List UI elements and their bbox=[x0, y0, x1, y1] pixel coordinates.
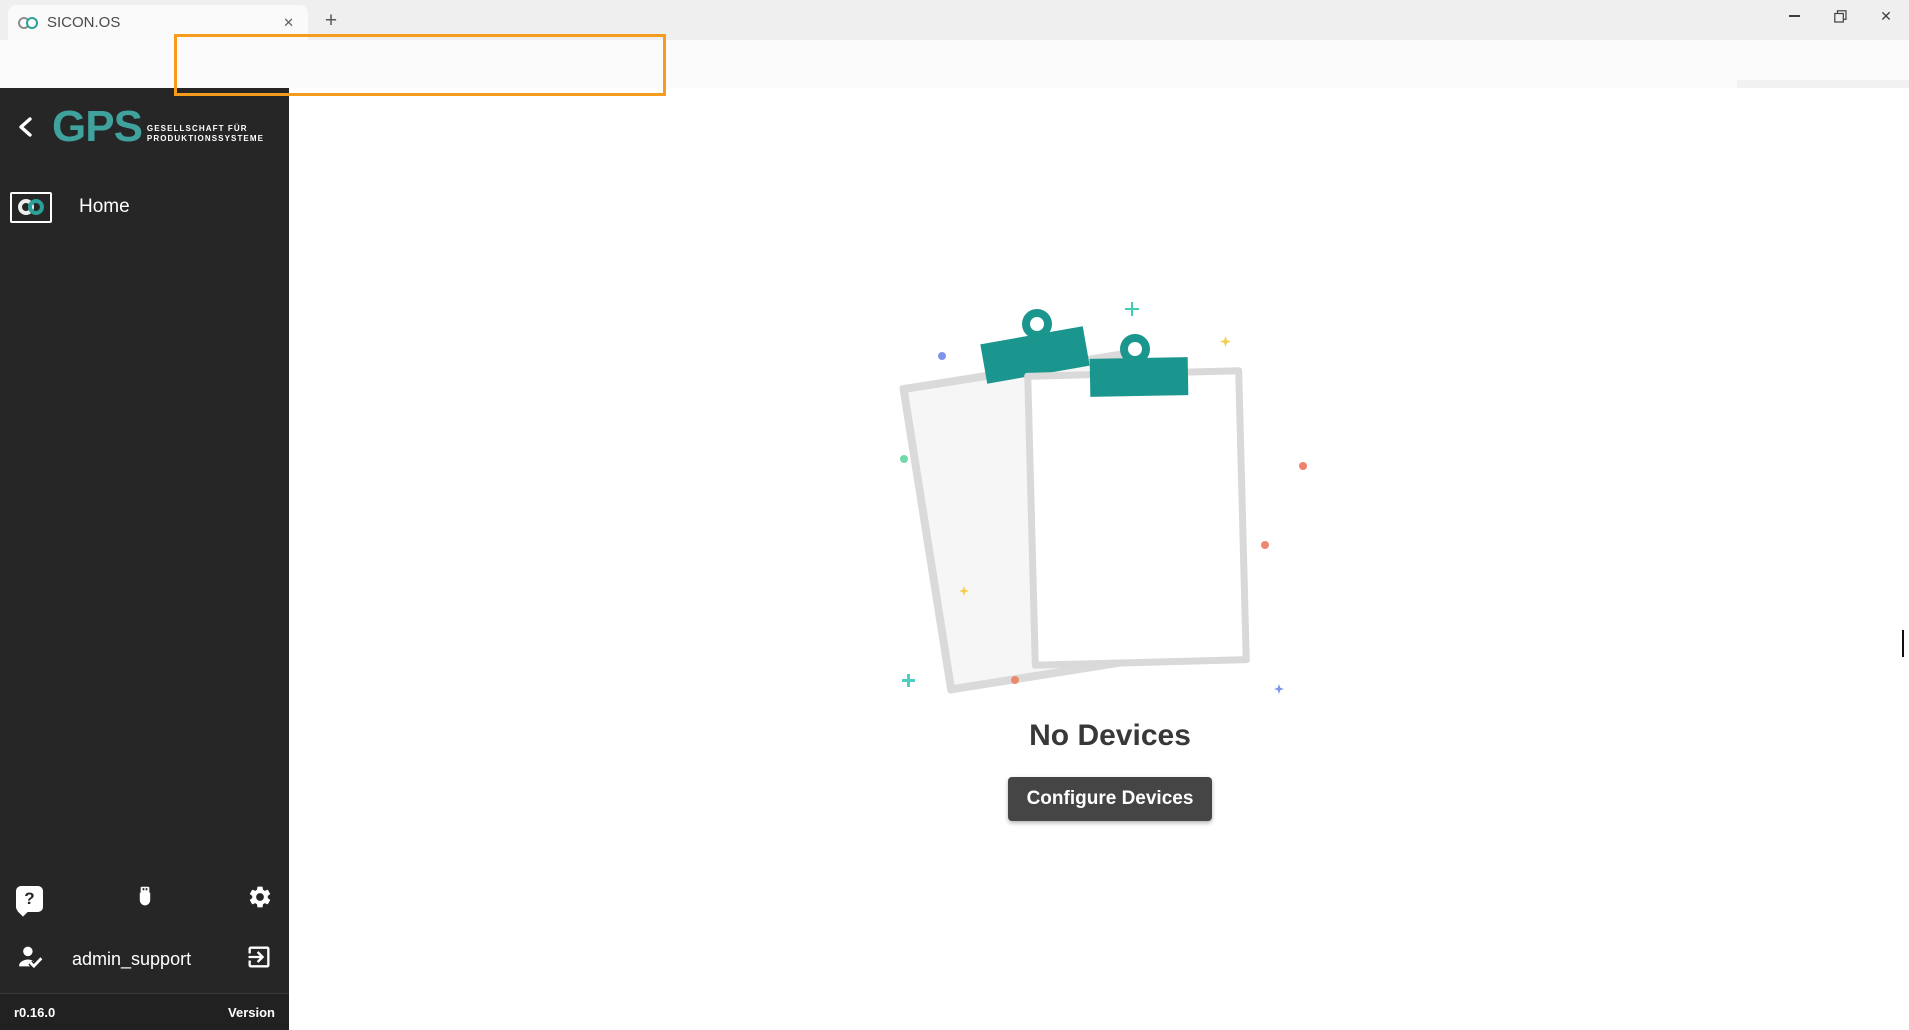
sidebar-item-home[interactable]: Home bbox=[0, 188, 289, 226]
confetti-dot bbox=[1299, 462, 1307, 470]
siconos-favicon-icon bbox=[18, 17, 38, 29]
home-label: Home bbox=[79, 196, 130, 218]
empty-state-title: No Devices bbox=[1029, 719, 1191, 753]
clipboard-front bbox=[1024, 367, 1250, 669]
collapse-sidebar-chevron-icon[interactable] bbox=[16, 115, 40, 139]
confetti-plus bbox=[902, 674, 915, 687]
configure-devices-button[interactable]: Configure Devices bbox=[1008, 777, 1213, 821]
confetti-star bbox=[1274, 684, 1284, 694]
usb-icon[interactable] bbox=[132, 884, 158, 915]
main-content: No Devices Configure Devices bbox=[289, 88, 1909, 1030]
confetti-dot bbox=[1261, 541, 1269, 549]
user-check-icon bbox=[16, 942, 46, 977]
gps-logo: GPS bbox=[52, 107, 142, 147]
new-tab-button[interactable]: + bbox=[318, 8, 344, 34]
browser-toolbar: Not secure | https://siconos-cb9b.local/… bbox=[0, 40, 1909, 88]
help-icon[interactable]: ? bbox=[16, 886, 43, 912]
settings-gear-icon[interactable] bbox=[247, 884, 273, 915]
version-label: Version bbox=[228, 1005, 275, 1020]
browser-titlebar: SICON.OS ✕ + ✕ bbox=[0, 0, 1909, 40]
username-label: admin_support bbox=[72, 949, 245, 970]
confetti-dot bbox=[938, 352, 946, 360]
window-controls: ✕ bbox=[1771, 0, 1909, 32]
confetti-plus bbox=[1125, 302, 1139, 316]
close-button[interactable]: ✕ bbox=[1863, 0, 1909, 32]
sidebar: GPS GESELLSCHAFT FÜR PRODUKTIONSSYSTEME … bbox=[0, 88, 289, 1030]
confetti-star bbox=[1220, 336, 1231, 347]
clipboard-clip-ring bbox=[1120, 334, 1150, 364]
sidebar-utility-icons: ? bbox=[0, 873, 289, 925]
logout-icon[interactable] bbox=[245, 943, 273, 976]
tab-close-icon[interactable]: ✕ bbox=[279, 13, 298, 33]
home-siconos-icon bbox=[10, 192, 52, 223]
tab-title: SICON.OS bbox=[47, 14, 279, 31]
browser-tab[interactable]: SICON.OS ✕ bbox=[8, 5, 308, 40]
sidebar-header: GPS GESELLSCHAFT FÜR PRODUKTIONSSYSTEME bbox=[0, 88, 289, 166]
version-value: r0.16.0 bbox=[14, 1005, 55, 1020]
clipboards-illustration bbox=[880, 288, 1340, 713]
sidebar-user-row[interactable]: admin_support bbox=[0, 925, 289, 993]
empty-state: No Devices Configure Devices bbox=[880, 288, 1340, 821]
restore-button[interactable] bbox=[1817, 0, 1863, 32]
gps-logo-subtitle: GESELLSCHAFT FÜR PRODUKTIONSSYSTEME bbox=[147, 124, 264, 144]
confetti-dot bbox=[900, 455, 908, 463]
text-caret-artifact bbox=[1902, 630, 1904, 657]
version-bar: r0.16.0 Version bbox=[0, 993, 289, 1030]
clipboard-clip-ring bbox=[1022, 309, 1052, 339]
confetti-dot bbox=[1011, 676, 1019, 684]
restore-icon bbox=[1834, 10, 1847, 23]
minimize-button[interactable] bbox=[1771, 0, 1817, 32]
